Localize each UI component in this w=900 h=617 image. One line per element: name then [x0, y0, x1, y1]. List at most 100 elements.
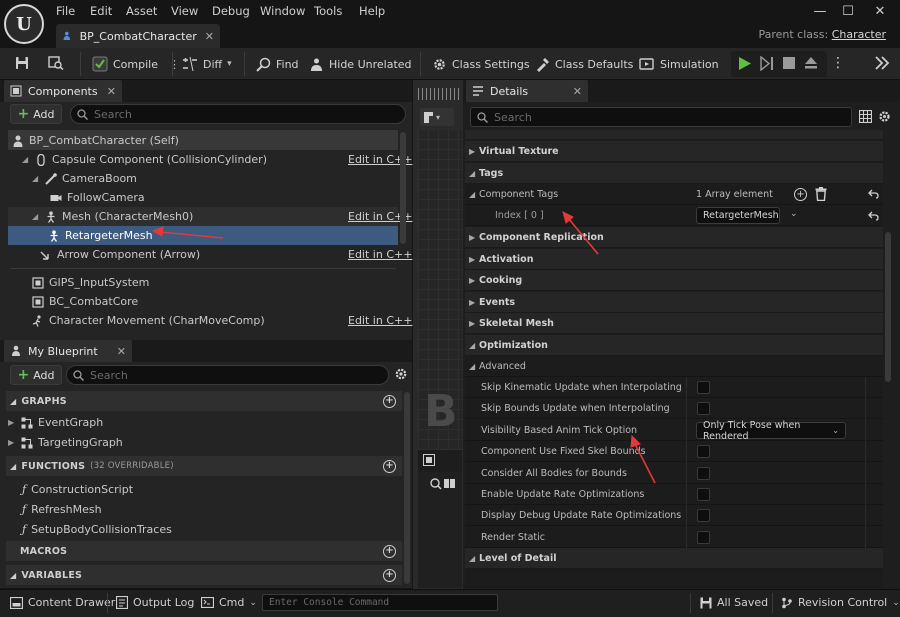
graph-item-eventgraph[interactable]: ▶ EventGraph	[8, 413, 103, 432]
details-tab-close-icon[interactable]: ✕	[573, 85, 582, 98]
output-log-button[interactable]: Output Log	[116, 596, 194, 609]
skip-kinematic-checkbox[interactable]	[697, 381, 710, 394]
find-in-blueprint-icon[interactable]	[430, 477, 458, 491]
functions-section-header[interactable]: ◢ FUNCTIONS (32 OVERRIDABLE) +	[6, 456, 402, 476]
play-icon[interactable]	[738, 56, 752, 71]
settings-gear-icon[interactable]	[394, 367, 408, 381]
compile-button[interactable]: Compile ⋮	[92, 55, 180, 73]
document-tab[interactable]: BP_CombatCharacter ✕	[56, 24, 220, 48]
menu-debug[interactable]: Debug	[212, 4, 250, 20]
details-settings-gear-icon[interactable]	[878, 110, 891, 123]
my-blueprint-scrollbar[interactable]	[404, 392, 410, 584]
property-matrix-icon[interactable]	[859, 110, 872, 123]
tab-details[interactable]: Details ✕	[466, 80, 588, 102]
components-tab-close-icon[interactable]: ✕	[107, 85, 116, 98]
menu-view[interactable]: View	[171, 4, 198, 20]
variables-section-header[interactable]: ◢ VARIABLES +	[6, 565, 402, 585]
chevron-down-icon[interactable]: ⌄	[790, 209, 798, 219]
function-item-setupbodycollisiontraces[interactable]: ƒ SetupBodyCollisionTraces	[22, 520, 172, 539]
expanded-icon[interactable]: ◢	[469, 190, 479, 199]
add-graph-icon[interactable]: +	[383, 394, 396, 408]
component-item-self[interactable]: BP_CombatCharacter (Self)	[12, 131, 179, 150]
tab-components[interactable]: Components ✕	[4, 80, 122, 102]
menu-tools[interactable]: Tools	[314, 4, 342, 20]
debug-update-rate-checkbox[interactable]	[697, 509, 710, 522]
unreal-logo-icon[interactable]: U	[4, 4, 44, 44]
index-0-value-input[interactable]: RetargeterMesh	[696, 207, 780, 224]
edit-in-cpp-link[interactable]: Edit in C++	[348, 314, 412, 327]
add-array-element-icon[interactable]: +	[794, 188, 807, 201]
maximize-button[interactable]: ☐	[836, 3, 860, 21]
step-icon[interactable]	[760, 56, 774, 71]
menu-help[interactable]: Help	[359, 4, 385, 20]
category-level-of-detail[interactable]: ◢ Level of Detail	[465, 548, 883, 569]
component-item-cameraboom[interactable]: ◢ CameraBoom	[32, 169, 137, 188]
parent-class-link[interactable]: Character	[832, 28, 886, 41]
add-component-button[interactable]: + Add	[10, 104, 62, 124]
tab-my-blueprint[interactable]: My Blueprint ✕	[4, 340, 132, 362]
component-item-mesh[interactable]: ◢ Mesh (CharacterMesh0)	[32, 207, 193, 226]
class-settings-button[interactable]: Class Settings	[432, 55, 530, 73]
component-item-charmovement[interactable]: Character Movement (CharMoveComp)	[32, 311, 265, 330]
class-defaults-button[interactable]: Class Defaults	[535, 55, 633, 73]
component-item-arrow[interactable]: Arrow Component (Arrow)	[40, 245, 200, 264]
expand-toolbar-icon[interactable]	[874, 56, 890, 70]
component-item-retargetermesh[interactable]: RetargeterMesh	[48, 226, 153, 245]
component-item-gips[interactable]: GIPS_InputSystem	[32, 273, 149, 292]
component-item-bc-combatcore[interactable]: BC_CombatCore	[32, 292, 138, 311]
tree-expanded-icon[interactable]: ◢	[22, 155, 30, 164]
simulation-button[interactable]: Simulation	[639, 55, 719, 73]
graphs-section-header[interactable]: ◢ GRAPHS +	[6, 391, 402, 411]
fixed-skel-bounds-checkbox[interactable]	[697, 445, 710, 458]
components-search-input[interactable]: Search	[70, 104, 406, 124]
visibility-anim-tick-dropdown[interactable]: Only Tick Pose when Rendered ⌄	[696, 420, 846, 442]
category-skeletal-mesh[interactable]: ▶ Skeletal Mesh	[465, 313, 883, 334]
advanced-section[interactable]: ◢ Advanced	[465, 356, 883, 377]
stop-icon[interactable]	[783, 57, 795, 69]
viewport-mode-dropdown[interactable]: ▾	[420, 108, 454, 126]
my-blueprint-search-input[interactable]: Search	[66, 365, 389, 385]
find-button[interactable]: Find	[256, 55, 299, 73]
save-icon[interactable]	[14, 55, 30, 71]
add-macro-icon[interactable]: +	[383, 544, 396, 558]
diff-button[interactable]: Diff ▾	[182, 55, 232, 73]
category-optimization[interactable]: ◢ Optimization	[465, 335, 883, 356]
reset-to-default-icon[interactable]	[868, 211, 879, 221]
reset-to-default-icon[interactable]	[868, 189, 879, 199]
category-events[interactable]: ▶ Events	[465, 292, 883, 313]
palette-icon[interactable]	[423, 454, 435, 466]
content-drawer-button[interactable]: Content Drawer	[10, 596, 115, 609]
category-component-replication[interactable]: ▶ Component Replication	[465, 227, 883, 248]
components-scrollbar[interactable]	[400, 132, 406, 244]
menu-window[interactable]: Window	[260, 4, 305, 20]
component-item-followcamera[interactable]: FollowCamera	[50, 188, 145, 207]
browse-asset-icon[interactable]	[48, 55, 64, 71]
category-virtual-texture[interactable]: ▶ Virtual Texture	[465, 141, 883, 162]
tree-collapsed-icon[interactable]: ▶	[8, 438, 16, 447]
close-window-button[interactable]: ✕	[868, 3, 892, 21]
macros-section-header[interactable]: MACROS +	[6, 541, 402, 561]
details-scrollbar[interactable]	[885, 232, 891, 382]
trash-icon[interactable]	[815, 187, 827, 201]
compile-options-icon[interactable]: ⋮	[169, 58, 180, 71]
add-function-icon[interactable]: +	[383, 459, 396, 473]
play-options-icon[interactable]: ⋮	[831, 55, 845, 71]
component-item-capsule[interactable]: ◢ Capsule Component (CollisionCylinder)	[22, 150, 267, 169]
tree-collapsed-icon[interactable]: ▶	[8, 418, 16, 427]
skip-bounds-checkbox[interactable]	[697, 402, 710, 415]
add-member-button[interactable]: + Add	[10, 365, 62, 385]
hide-unrelated-button[interactable]: Hide Unrelated	[309, 55, 412, 73]
minimize-button[interactable]: —	[808, 3, 832, 21]
update-rate-opt-checkbox[interactable]	[697, 488, 710, 501]
save-status[interactable]: All Saved	[700, 596, 768, 609]
edit-in-cpp-link[interactable]: Edit in C++	[348, 248, 412, 261]
revision-control-button[interactable]: Revision Control ⌄	[781, 596, 900, 609]
menu-asset[interactable]: Asset	[126, 4, 157, 20]
category-tags[interactable]: ◢ Tags	[465, 163, 883, 184]
document-tab-close-icon[interactable]: ✕	[205, 30, 214, 43]
function-item-refreshmesh[interactable]: ƒ RefreshMesh	[22, 500, 102, 519]
tree-expanded-icon[interactable]: ◢	[32, 212, 40, 221]
graph-item-targetinggraph[interactable]: ▶ TargetingGraph	[8, 433, 123, 452]
function-item-constructionscript[interactable]: ƒ ConstructionScript	[22, 480, 133, 499]
eject-icon[interactable]	[804, 56, 818, 70]
